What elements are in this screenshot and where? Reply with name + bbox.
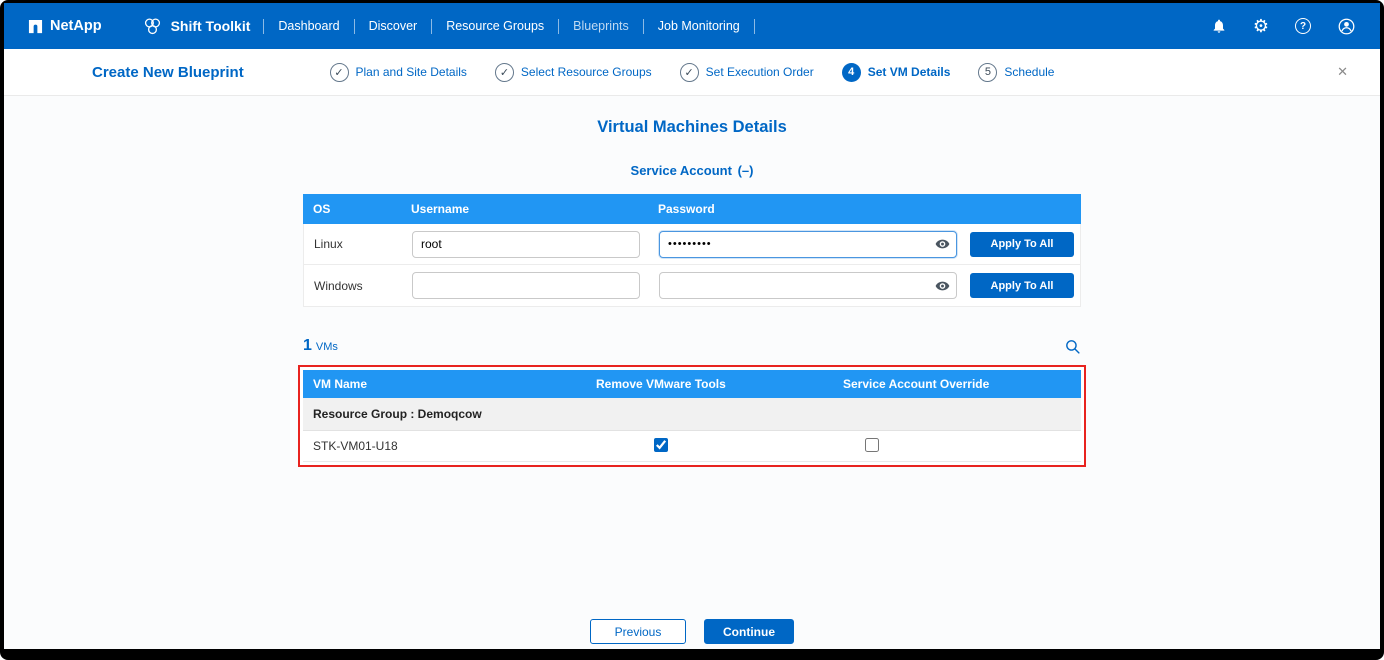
brand-name: NetApp xyxy=(50,18,102,34)
settings-button[interactable]: ⚙ xyxy=(1253,17,1269,35)
user-icon xyxy=(1337,17,1356,36)
check-icon: ✓ xyxy=(500,66,509,79)
windows-password-input[interactable] xyxy=(659,272,957,299)
app-title: Shift Toolkit xyxy=(142,16,251,37)
search-button[interactable] xyxy=(1064,338,1081,355)
help-button[interactable]: ? xyxy=(1295,18,1311,34)
wizard-footer: Previous Continue xyxy=(4,619,1380,644)
account-button[interactable] xyxy=(1337,17,1356,36)
step-label: Select Resource Groups xyxy=(521,65,652,79)
nav-item-dashboard[interactable]: Dashboard xyxy=(277,19,340,33)
apply-to-all-linux-button[interactable]: Apply To All xyxy=(970,232,1074,257)
check-icon: ✓ xyxy=(685,66,694,79)
eye-icon xyxy=(935,278,950,293)
service-account-table-header: OS Username Password xyxy=(303,194,1081,224)
remove-vmware-tools-checkbox[interactable] xyxy=(654,438,668,452)
search-icon xyxy=(1064,338,1081,355)
step-select-resource-groups[interactable]: ✓ Select Resource Groups xyxy=(495,63,652,82)
nav-separator xyxy=(643,19,644,34)
step-number-badge: 5 xyxy=(978,63,997,82)
bell-icon xyxy=(1211,18,1227,34)
nav-separator xyxy=(558,19,559,34)
windows-password-wrap xyxy=(659,272,957,299)
step-label: Set VM Details xyxy=(868,65,951,79)
table-row-linux: Linux Apply To All xyxy=(304,224,1080,265)
column-header-service-account-override: Service Account Override xyxy=(833,377,1081,391)
shift-toolkit-icon xyxy=(142,16,163,37)
nav-item-resource-groups[interactable]: Resource Groups xyxy=(445,19,545,33)
vms-bar: 1 VMs xyxy=(303,337,1081,355)
service-account-label: Service Account xyxy=(631,163,732,178)
linux-password-wrap xyxy=(659,231,957,258)
step-number-badge: 4 xyxy=(842,63,861,82)
show-password-button[interactable] xyxy=(935,237,950,252)
step-label: Set Execution Order xyxy=(706,65,814,79)
top-navbar: NetApp Shift Toolkit Dashboard Discover … xyxy=(4,3,1380,49)
wizard-stepper: ✓ Plan and Site Details ✓ Select Resourc… xyxy=(330,63,1055,82)
wizard-header: Create New Blueprint ✓ Plan and Site Det… xyxy=(4,49,1380,96)
linux-username-input[interactable] xyxy=(412,231,640,258)
vm-count-unit: VMs xyxy=(316,341,338,353)
nav-separator xyxy=(754,19,755,34)
step-done-icon: ✓ xyxy=(330,63,349,82)
close-wizard-button[interactable]: ✕ xyxy=(1331,63,1354,81)
service-account-section-title: Service Account (–) xyxy=(303,163,1081,178)
primary-nav: Dashboard Discover Resource Groups Bluep… xyxy=(277,19,767,34)
vm-table-highlight: VM Name Remove VMware Tools Service Acco… xyxy=(298,365,1086,467)
vm-count: 1 xyxy=(303,337,312,355)
nav-item-discover[interactable]: Discover xyxy=(368,19,419,33)
service-account-table-body: Linux Apply To All Windows xyxy=(303,224,1081,307)
netapp-logo: NetApp xyxy=(28,18,102,34)
step-plan-and-site-details[interactable]: ✓ Plan and Site Details xyxy=(330,63,467,82)
nav-separator xyxy=(354,19,355,34)
service-account-collapse-toggle[interactable]: (–) xyxy=(736,163,754,178)
page-title: Virtual Machines Details xyxy=(303,96,1081,137)
previous-button[interactable]: Previous xyxy=(590,619,686,644)
continue-button[interactable]: Continue xyxy=(704,619,794,644)
column-header-os: OS xyxy=(303,202,401,216)
navbar-icon-group: ⚙ ? xyxy=(1211,17,1356,36)
step-done-icon: ✓ xyxy=(680,63,699,82)
netapp-logo-icon xyxy=(28,19,43,34)
windows-username-input[interactable] xyxy=(412,272,640,299)
nav-separator xyxy=(431,19,432,34)
vm-name: STK-VM01-U18 xyxy=(303,439,586,453)
show-password-button[interactable] xyxy=(935,278,950,293)
main-area: Virtual Machines Details Service Account… xyxy=(4,96,1380,649)
resource-group-row: Resource Group : Demoqcow xyxy=(303,398,1081,431)
notifications-button[interactable] xyxy=(1211,18,1227,34)
wizard-title: Create New Blueprint xyxy=(92,64,244,81)
step-set-vm-details[interactable]: 4 Set VM Details xyxy=(842,63,951,82)
nav-item-job-monitoring[interactable]: Job Monitoring xyxy=(657,19,741,33)
step-set-execution-order[interactable]: ✓ Set Execution Order xyxy=(680,63,814,82)
apply-to-all-windows-button[interactable]: Apply To All xyxy=(970,273,1074,298)
eye-icon xyxy=(935,237,950,252)
check-icon: ✓ xyxy=(334,66,343,79)
vm-row: STK-VM01-U18 xyxy=(303,431,1081,462)
step-done-icon: ✓ xyxy=(495,63,514,82)
linux-password-input[interactable] xyxy=(659,231,957,258)
os-label: Linux xyxy=(304,237,402,251)
service-account-override-checkbox[interactable] xyxy=(865,438,879,452)
step-label: Schedule xyxy=(1004,65,1054,79)
column-header-remove-vmware-tools: Remove VMware Tools xyxy=(586,377,833,391)
content-column: Virtual Machines Details Service Account… xyxy=(303,96,1081,467)
nav-item-blueprints[interactable]: Blueprints xyxy=(572,19,630,33)
nav-separator xyxy=(263,19,264,34)
help-icon: ? xyxy=(1295,18,1311,34)
table-row-windows: Windows Apply To All xyxy=(304,265,1080,306)
column-header-password: Password xyxy=(648,202,961,216)
step-label: Plan and Site Details xyxy=(356,65,467,79)
column-header-username: Username xyxy=(401,202,648,216)
service-account-table: OS Username Password Linux xyxy=(303,194,1081,307)
os-label: Windows xyxy=(304,279,402,293)
app-window: NetApp Shift Toolkit Dashboard Discover … xyxy=(4,3,1380,649)
vm-table-header: VM Name Remove VMware Tools Service Acco… xyxy=(303,370,1081,398)
app-title-label: Shift Toolkit xyxy=(171,18,251,34)
gear-icon: ⚙ xyxy=(1253,17,1269,35)
column-header-vm-name: VM Name xyxy=(303,377,586,391)
step-schedule[interactable]: 5 Schedule xyxy=(978,63,1054,82)
